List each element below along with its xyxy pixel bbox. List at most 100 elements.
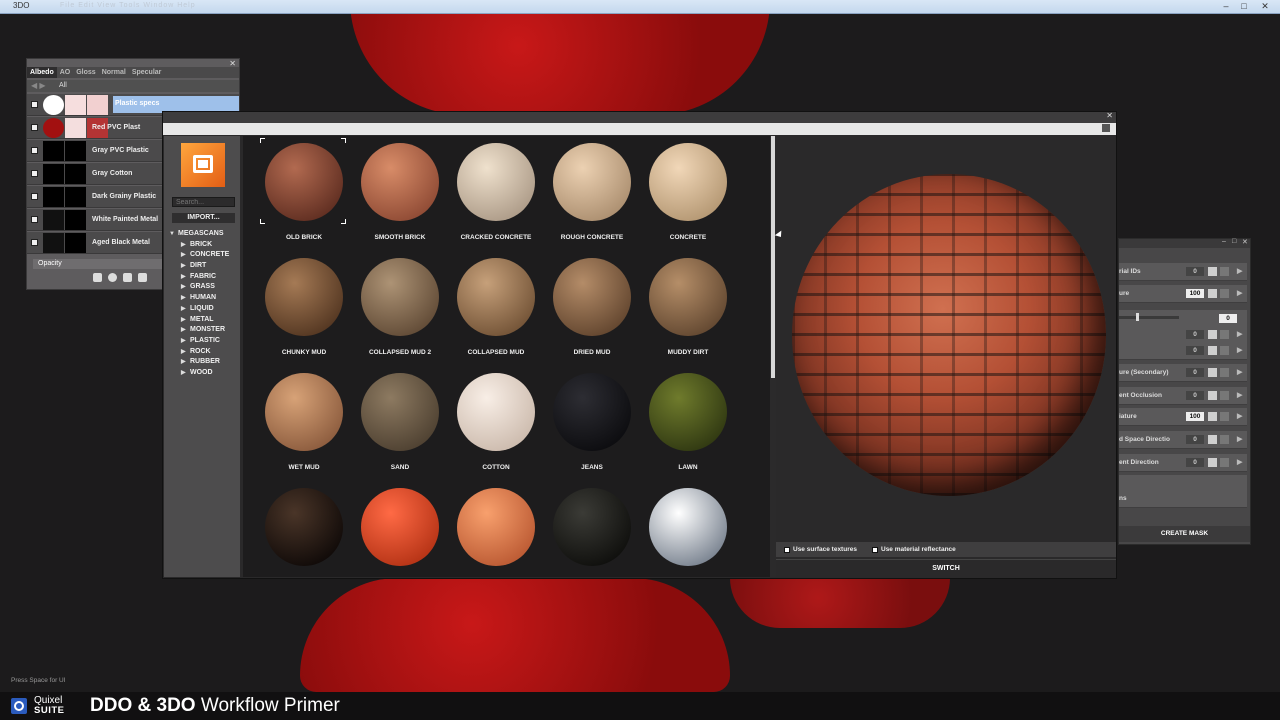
collapse-icon[interactable]: ▶ (181, 304, 190, 315)
layer-row[interactable]: ure 100 ▶ (1119, 285, 1247, 303)
collapse-icon[interactable]: ▶ (181, 368, 190, 379)
panel-minimize-icon[interactable]: – (1222, 238, 1226, 245)
mask-slot-icon[interactable] (1220, 435, 1229, 444)
layer-value-field[interactable]: 0 (1186, 346, 1204, 355)
mask-slot-icon[interactable] (1220, 391, 1229, 400)
expand-arrow-icon[interactable]: ▶ (1237, 412, 1242, 420)
collapse-icon[interactable]: ▶ (181, 250, 190, 261)
visibility-checkbox[interactable] (31, 193, 38, 200)
use-surface-checkbox[interactable] (784, 546, 790, 553)
collapse-icon[interactable]: ▶ (181, 336, 190, 347)
category-item[interactable]: ▶ DIRT (169, 261, 229, 272)
tab-normal[interactable]: Normal (99, 67, 129, 78)
switch-button[interactable]: SWITCH (776, 559, 1116, 577)
collapse-icon[interactable]: ▶ (181, 282, 190, 293)
category-item[interactable]: ▶ CONCRETE (169, 250, 229, 261)
page-icon[interactable] (123, 273, 132, 282)
material-tile[interactable]: SMOOTH BRICK (352, 138, 448, 253)
visibility-checkbox[interactable] (31, 101, 38, 108)
tab-albedo[interactable]: Albedo (27, 67, 57, 78)
mask-slot-icon[interactable] (1220, 346, 1229, 355)
material-tile[interactable]: CONCRETE (640, 138, 736, 253)
material-tile[interactable]: SAND (352, 368, 448, 483)
expand-arrow-icon[interactable]: ▶ (1237, 330, 1242, 338)
layer-value-field[interactable]: 0 (1186, 391, 1204, 400)
category-item[interactable]: ▶ PLASTIC (169, 336, 229, 347)
layer-row[interactable]: d Space Directio 0 ▶ (1119, 431, 1247, 449)
material-tile[interactable] (448, 483, 544, 577)
layer-value-field[interactable]: 0 (1186, 435, 1204, 444)
material-tile[interactable]: OLD BRICK (256, 138, 352, 253)
material-tile[interactable]: MUDDY DIRT (640, 253, 736, 368)
material-tile[interactable] (256, 483, 352, 577)
collapse-icon[interactable]: ▶ (181, 261, 190, 272)
panel-menu-icon[interactable] (1102, 124, 1110, 132)
collapse-icon[interactable]: ▶ (181, 293, 190, 304)
filter-all[interactable]: All (59, 82, 67, 89)
category-item[interactable]: ▶ FABRIC (169, 272, 229, 283)
texture-slot-icon[interactable] (1208, 412, 1217, 421)
texture-slot-icon[interactable] (1208, 458, 1217, 467)
mask-slot-icon[interactable] (1220, 330, 1229, 339)
material-tile[interactable]: DRIED MUD (544, 253, 640, 368)
texture-slot-icon[interactable] (1208, 289, 1217, 298)
layer-value-field[interactable]: 0 (1186, 267, 1204, 276)
scrollbar-thumb[interactable] (771, 136, 775, 378)
maximize-icon[interactable]: □ (1237, 1, 1251, 12)
menu-bar[interactable]: File Edit View Tools Window Help (60, 2, 196, 9)
layer-row[interactable]: ent Direction 0 ▶ (1119, 454, 1247, 472)
category-item[interactable]: ▶ WOOD (169, 368, 229, 379)
collapse-icon[interactable]: ▶ (181, 347, 190, 358)
layer-row[interactable]: 0 ▶ (1119, 342, 1247, 360)
layer-value-field[interactable]: 100 (1186, 412, 1204, 421)
mask-slot-icon[interactable] (1220, 289, 1229, 298)
material-tile[interactable]: ROUGH CONCRETE (544, 138, 640, 253)
use-reflectance-option[interactable]: Use material reflectance (872, 546, 956, 553)
layer-row[interactable]: rial IDs 0 ▶ (1119, 263, 1247, 281)
texture-slot-icon[interactable] (1208, 267, 1217, 276)
import-button[interactable]: IMPORT... (172, 213, 235, 223)
use-reflectance-checkbox[interactable] (872, 546, 878, 553)
mask-slot-icon[interactable] (1220, 368, 1229, 377)
panel-restore-icon[interactable]: □ (1232, 238, 1236, 245)
tab-specular[interactable]: Specular (129, 67, 165, 78)
expand-arrow-icon[interactable]: ▶ (1237, 289, 1242, 297)
layer-row[interactable]: ns (1119, 490, 1247, 508)
layer-value-field[interactable]: 100 (1186, 289, 1204, 298)
use-surface-option[interactable]: Use surface textures (784, 546, 857, 553)
material-tile[interactable]: WET MUD (256, 368, 352, 483)
collapse-icon[interactable]: ▶ (181, 315, 190, 326)
tab-ao[interactable]: AO (57, 67, 74, 78)
material-tile[interactable]: COLLAPSED MUD 2 (352, 253, 448, 368)
material-tile[interactable] (352, 483, 448, 577)
category-item[interactable]: ▶ GRASS (169, 282, 229, 293)
category-item[interactable]: ▶ METAL (169, 315, 229, 326)
layer-value-field[interactable]: 0 (1186, 330, 1204, 339)
layer-value-field[interactable]: 0 (1219, 314, 1237, 323)
mask-slot-icon[interactable] (1220, 458, 1229, 467)
category-item[interactable]: ▶ MONSTER (169, 325, 229, 336)
material-tile[interactable]: JEANS (544, 368, 640, 483)
minimize-icon[interactable]: – (1219, 1, 1233, 12)
layer-row[interactable]: ent Occlusion 0 ▶ (1119, 387, 1247, 405)
visibility-checkbox[interactable] (31, 170, 38, 177)
mask-slot-icon[interactable] (1220, 267, 1229, 276)
collapse-icon[interactable]: ▶ (181, 272, 190, 283)
texture-slot-icon[interactable] (1208, 346, 1217, 355)
visibility-checkbox[interactable] (31, 124, 38, 131)
visibility-checkbox[interactable] (31, 239, 38, 246)
category-item[interactable]: ▶ RUBBER (169, 357, 229, 368)
search-input[interactable] (172, 197, 235, 207)
category-item[interactable]: ▶ BRICK (169, 240, 229, 251)
expand-arrow-icon[interactable]: ▶ (1237, 346, 1242, 354)
expand-arrow-icon[interactable]: ▶ (1237, 391, 1242, 399)
category-item[interactable]: ▶ LIQUID (169, 304, 229, 315)
nav-arrows-icon[interactable]: ◀ ▶ (31, 81, 46, 90)
visibility-checkbox[interactable] (31, 216, 38, 223)
category-item[interactable]: ▶ ROCK (169, 347, 229, 358)
material-tile[interactable]: CHUNKY MUD (256, 253, 352, 368)
texture-slot-icon[interactable] (1208, 391, 1217, 400)
create-mask-button[interactable]: CREATE MASK (1119, 526, 1250, 542)
texture-slot-icon[interactable] (1208, 435, 1217, 444)
tree-root-megascans[interactable]: ▼ MEGASCANS (169, 229, 229, 240)
